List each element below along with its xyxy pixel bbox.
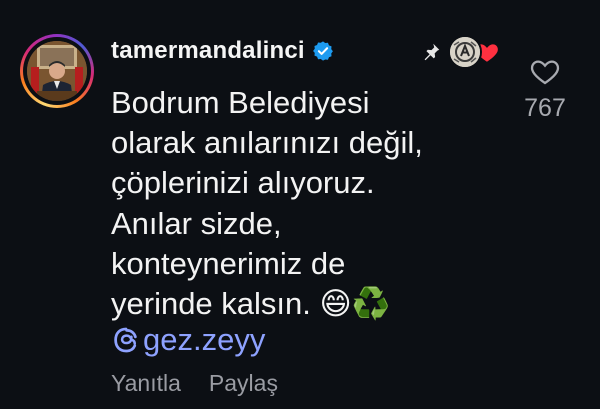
like-count: 767 — [524, 94, 566, 122]
like-column: 767 — [510, 58, 580, 123]
comment-line: olarak anılarınızı değil, — [111, 125, 423, 161]
comment-item: tamermandalinci Bodrum Belediyesi olarak… — [0, 0, 600, 409]
comment-actions: Yanıtla Paylaş — [111, 370, 306, 397]
comment-line: konteynerimiz de — [111, 245, 346, 281]
profile-picture — [27, 41, 87, 101]
mention-username: gez.zeyy — [143, 322, 266, 357]
comment-line: yerinde kalsın. 😄♻️ — [111, 286, 391, 322]
liked-by-author-avatar — [448, 35, 482, 69]
heart-outline-icon[interactable] — [530, 58, 560, 86]
comment-line: çöplerinizi alıyoruz. — [111, 165, 375, 201]
pin-icon — [420, 41, 442, 63]
threads-icon — [111, 325, 141, 355]
avatar[interactable] — [20, 34, 94, 108]
verified-badge-icon — [312, 40, 334, 62]
comment-line: Anılar sizde, — [111, 205, 282, 241]
share-button[interactable]: Paylaş — [209, 370, 278, 397]
username[interactable]: tamermandalinci — [111, 37, 305, 65]
mention-link[interactable]: gez.zeyy — [111, 320, 265, 360]
comment-text: Bodrum Belediyesi olarak anılarınızı değ… — [111, 83, 511, 324]
comment-line: Bodrum Belediyesi — [111, 85, 370, 120]
reply-button[interactable]: Yanıtla — [111, 370, 181, 397]
